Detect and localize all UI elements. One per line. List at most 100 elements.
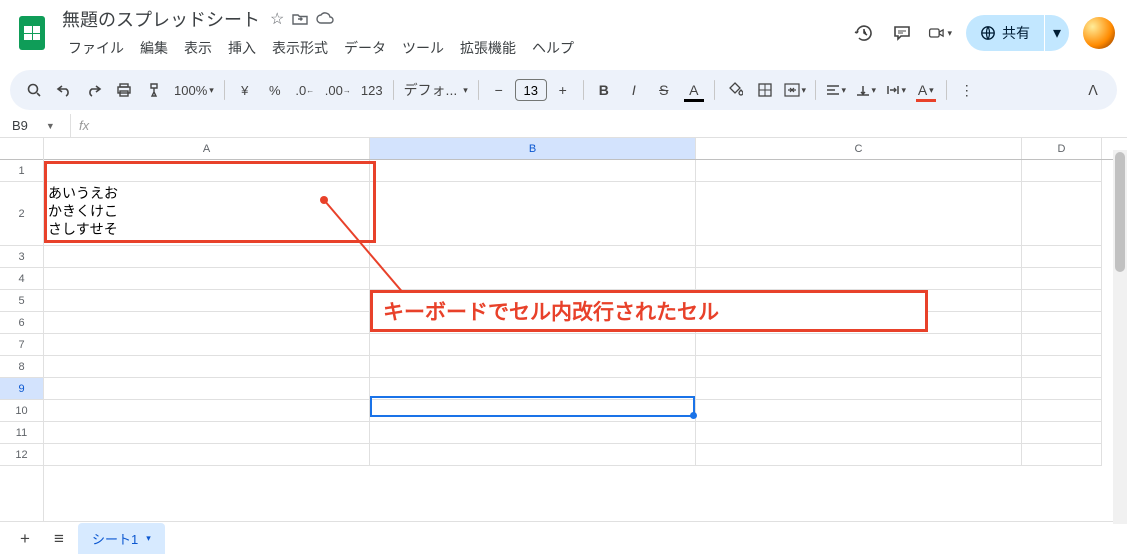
- vertical-scrollbar[interactable]: [1113, 150, 1127, 524]
- move-folder-icon[interactable]: [292, 12, 308, 26]
- undo-button[interactable]: [50, 76, 78, 104]
- cell-B4[interactable]: [370, 268, 696, 290]
- cell-C4[interactable]: [696, 268, 1022, 290]
- cell-D2[interactable]: [1022, 182, 1102, 246]
- sheet-tab-1[interactable]: シート1 ▾: [78, 523, 165, 554]
- zoom-select[interactable]: 100%▾: [170, 76, 218, 104]
- menu-view[interactable]: 表示: [178, 36, 218, 60]
- account-avatar[interactable]: [1083, 17, 1115, 49]
- col-header-B[interactable]: B: [370, 138, 696, 159]
- cell-D3[interactable]: [1022, 246, 1102, 268]
- cell-D10[interactable]: [1022, 400, 1102, 422]
- menu-data[interactable]: データ: [338, 36, 392, 60]
- cell-A3[interactable]: [44, 246, 370, 268]
- cell-C1[interactable]: [696, 160, 1022, 182]
- comment-icon[interactable]: [890, 21, 914, 45]
- cell-B10[interactable]: [370, 400, 696, 422]
- share-button[interactable]: 共有: [966, 15, 1044, 51]
- text-rotation-button[interactable]: A▾: [912, 76, 940, 104]
- cell-A1[interactable]: [44, 160, 370, 182]
- cell-D11[interactable]: [1022, 422, 1102, 444]
- meet-icon[interactable]: ▾: [928, 21, 952, 45]
- row-header-3[interactable]: 3: [0, 246, 43, 268]
- cell-D7[interactable]: [1022, 334, 1102, 356]
- cell-D5[interactable]: [1022, 290, 1102, 312]
- cell-A9[interactable]: [44, 378, 370, 400]
- cell-A4[interactable]: [44, 268, 370, 290]
- menu-help[interactable]: ヘルプ: [526, 36, 580, 60]
- cell-C8[interactable]: [696, 356, 1022, 378]
- sheets-logo[interactable]: [12, 13, 52, 53]
- row-header-5[interactable]: 5: [0, 290, 43, 312]
- h-align-button[interactable]: ▾: [822, 76, 850, 104]
- document-title[interactable]: 無題のスプレッドシート: [62, 6, 260, 32]
- cell-B8[interactable]: [370, 356, 696, 378]
- all-sheets-button[interactable]: ≡: [44, 525, 74, 553]
- print-button[interactable]: [110, 76, 138, 104]
- add-sheet-button[interactable]: +: [10, 525, 40, 553]
- col-header-A[interactable]: A: [44, 138, 370, 159]
- row-header-12[interactable]: 12: [0, 444, 43, 466]
- italic-button[interactable]: I: [620, 76, 648, 104]
- row-header-6[interactable]: 6: [0, 312, 43, 334]
- cell-A8[interactable]: [44, 356, 370, 378]
- row-header-9[interactable]: 9: [0, 378, 43, 400]
- merge-cells-button[interactable]: ▾: [781, 76, 809, 104]
- row-header-1[interactable]: 1: [0, 160, 43, 182]
- font-select[interactable]: デフォ...▾: [400, 76, 472, 104]
- cell-C12[interactable]: [696, 444, 1022, 466]
- increase-font-size-button[interactable]: +: [549, 76, 577, 104]
- row-header-4[interactable]: 4: [0, 268, 43, 290]
- cell-C10[interactable]: [696, 400, 1022, 422]
- currency-button[interactable]: ¥: [231, 76, 259, 104]
- cell-C2[interactable]: [696, 182, 1022, 246]
- cell-B12[interactable]: [370, 444, 696, 466]
- strikethrough-button[interactable]: S: [650, 76, 678, 104]
- increase-decimal-button[interactable]: .00→: [321, 76, 355, 104]
- cell-D1[interactable]: [1022, 160, 1102, 182]
- number-format-button[interactable]: 123: [357, 76, 387, 104]
- menu-file[interactable]: ファイル: [62, 36, 130, 60]
- select-all-corner[interactable]: [0, 138, 43, 160]
- cell-B2[interactable]: [370, 182, 696, 246]
- cell-B3[interactable]: [370, 246, 696, 268]
- cell-A2[interactable]: あいうえお かきくけこ さしすせそ: [44, 182, 370, 246]
- cell-C11[interactable]: [696, 422, 1022, 444]
- cell-D9[interactable]: [1022, 378, 1102, 400]
- cell-D6[interactable]: [1022, 312, 1102, 334]
- cell-D12[interactable]: [1022, 444, 1102, 466]
- col-header-C[interactable]: C: [696, 138, 1022, 159]
- more-toolbar-button[interactable]: ⋮: [953, 76, 981, 104]
- decrease-decimal-button[interactable]: .0←: [291, 76, 319, 104]
- row-header-7[interactable]: 7: [0, 334, 43, 356]
- menu-format[interactable]: 表示形式: [266, 36, 334, 60]
- cell-C7[interactable]: [696, 334, 1022, 356]
- cell-A5[interactable]: [44, 290, 370, 312]
- menu-insert[interactable]: 挿入: [222, 36, 262, 60]
- borders-button[interactable]: [751, 76, 779, 104]
- cell-B7[interactable]: [370, 334, 696, 356]
- collapse-toolbar-button[interactable]: ᐱ: [1079, 76, 1107, 104]
- cell-C9[interactable]: [696, 378, 1022, 400]
- row-header-8[interactable]: 8: [0, 356, 43, 378]
- decrease-font-size-button[interactable]: −: [485, 76, 513, 104]
- percent-button[interactable]: %: [261, 76, 289, 104]
- name-box[interactable]: B9▼: [0, 118, 70, 133]
- cloud-status-icon[interactable]: [316, 12, 334, 26]
- cell-D4[interactable]: [1022, 268, 1102, 290]
- row-header-10[interactable]: 10: [0, 400, 43, 422]
- cell-B11[interactable]: [370, 422, 696, 444]
- cell-B1[interactable]: [370, 160, 696, 182]
- menu-extensions[interactable]: 拡張機能: [454, 36, 522, 60]
- col-header-D[interactable]: D: [1022, 138, 1102, 159]
- cell-A7[interactable]: [44, 334, 370, 356]
- font-size-input[interactable]: 13: [515, 79, 547, 101]
- cell-B9[interactable]: [370, 378, 696, 400]
- menu-edit[interactable]: 編集: [134, 36, 174, 60]
- cell-A10[interactable]: [44, 400, 370, 422]
- history-icon[interactable]: [852, 21, 876, 45]
- row-header-11[interactable]: 11: [0, 422, 43, 444]
- cell-C3[interactable]: [696, 246, 1022, 268]
- search-icon[interactable]: [20, 76, 48, 104]
- star-icon[interactable]: ☆: [270, 9, 284, 29]
